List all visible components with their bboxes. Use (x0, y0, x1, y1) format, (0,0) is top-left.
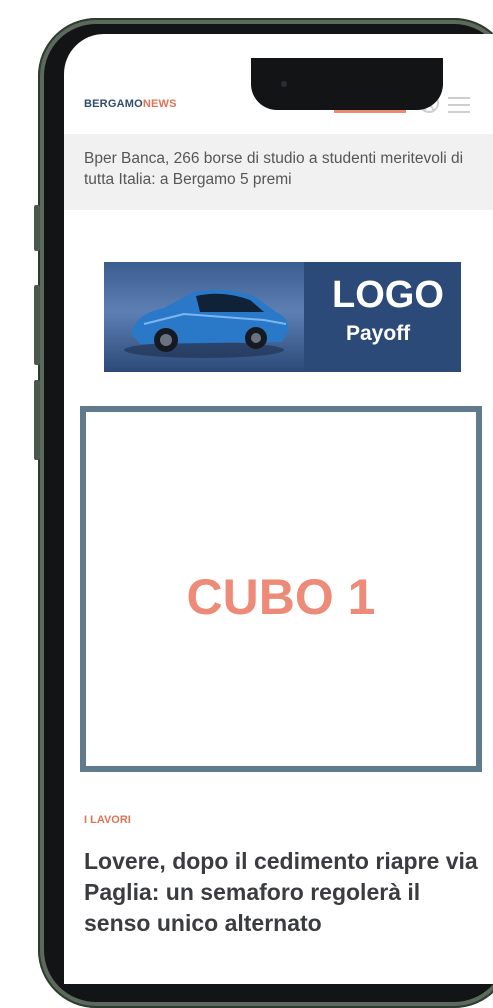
article-category[interactable]: I LAVORI (84, 814, 131, 826)
side-button (34, 285, 40, 365)
cube-ad[interactable]: CUBO 1 (80, 406, 482, 772)
ticker-text: Bper Banca, 266 borse di studio a studen… (84, 150, 464, 188)
side-button (34, 205, 40, 251)
side-button (34, 380, 40, 460)
logo-part2: NEWS (142, 98, 177, 110)
camera-dot (281, 81, 287, 87)
ad-banner[interactable]: LOGO Payoff (104, 262, 461, 372)
ad-payoff-text: Payoff (346, 322, 411, 345)
menu-icon[interactable] (448, 97, 470, 113)
cube-ad-label: CUBO 1 (186, 569, 376, 625)
screen: BERGAMONEWS ❜ ABBONATI Bper Banca, 266 b… (64, 34, 493, 984)
news-ticker[interactable]: Bper Banca, 266 borse di studio a studen… (64, 134, 493, 210)
article-title[interactable]: Lovere, dopo il cedimento riapre via Pag… (84, 846, 484, 939)
phone-notch (251, 58, 443, 110)
car-image (104, 262, 304, 372)
site-logo[interactable]: BERGAMONEWS (84, 98, 177, 110)
ad-logo-text: LOGO (332, 274, 444, 316)
logo-part1: BERGAMO (84, 98, 143, 110)
